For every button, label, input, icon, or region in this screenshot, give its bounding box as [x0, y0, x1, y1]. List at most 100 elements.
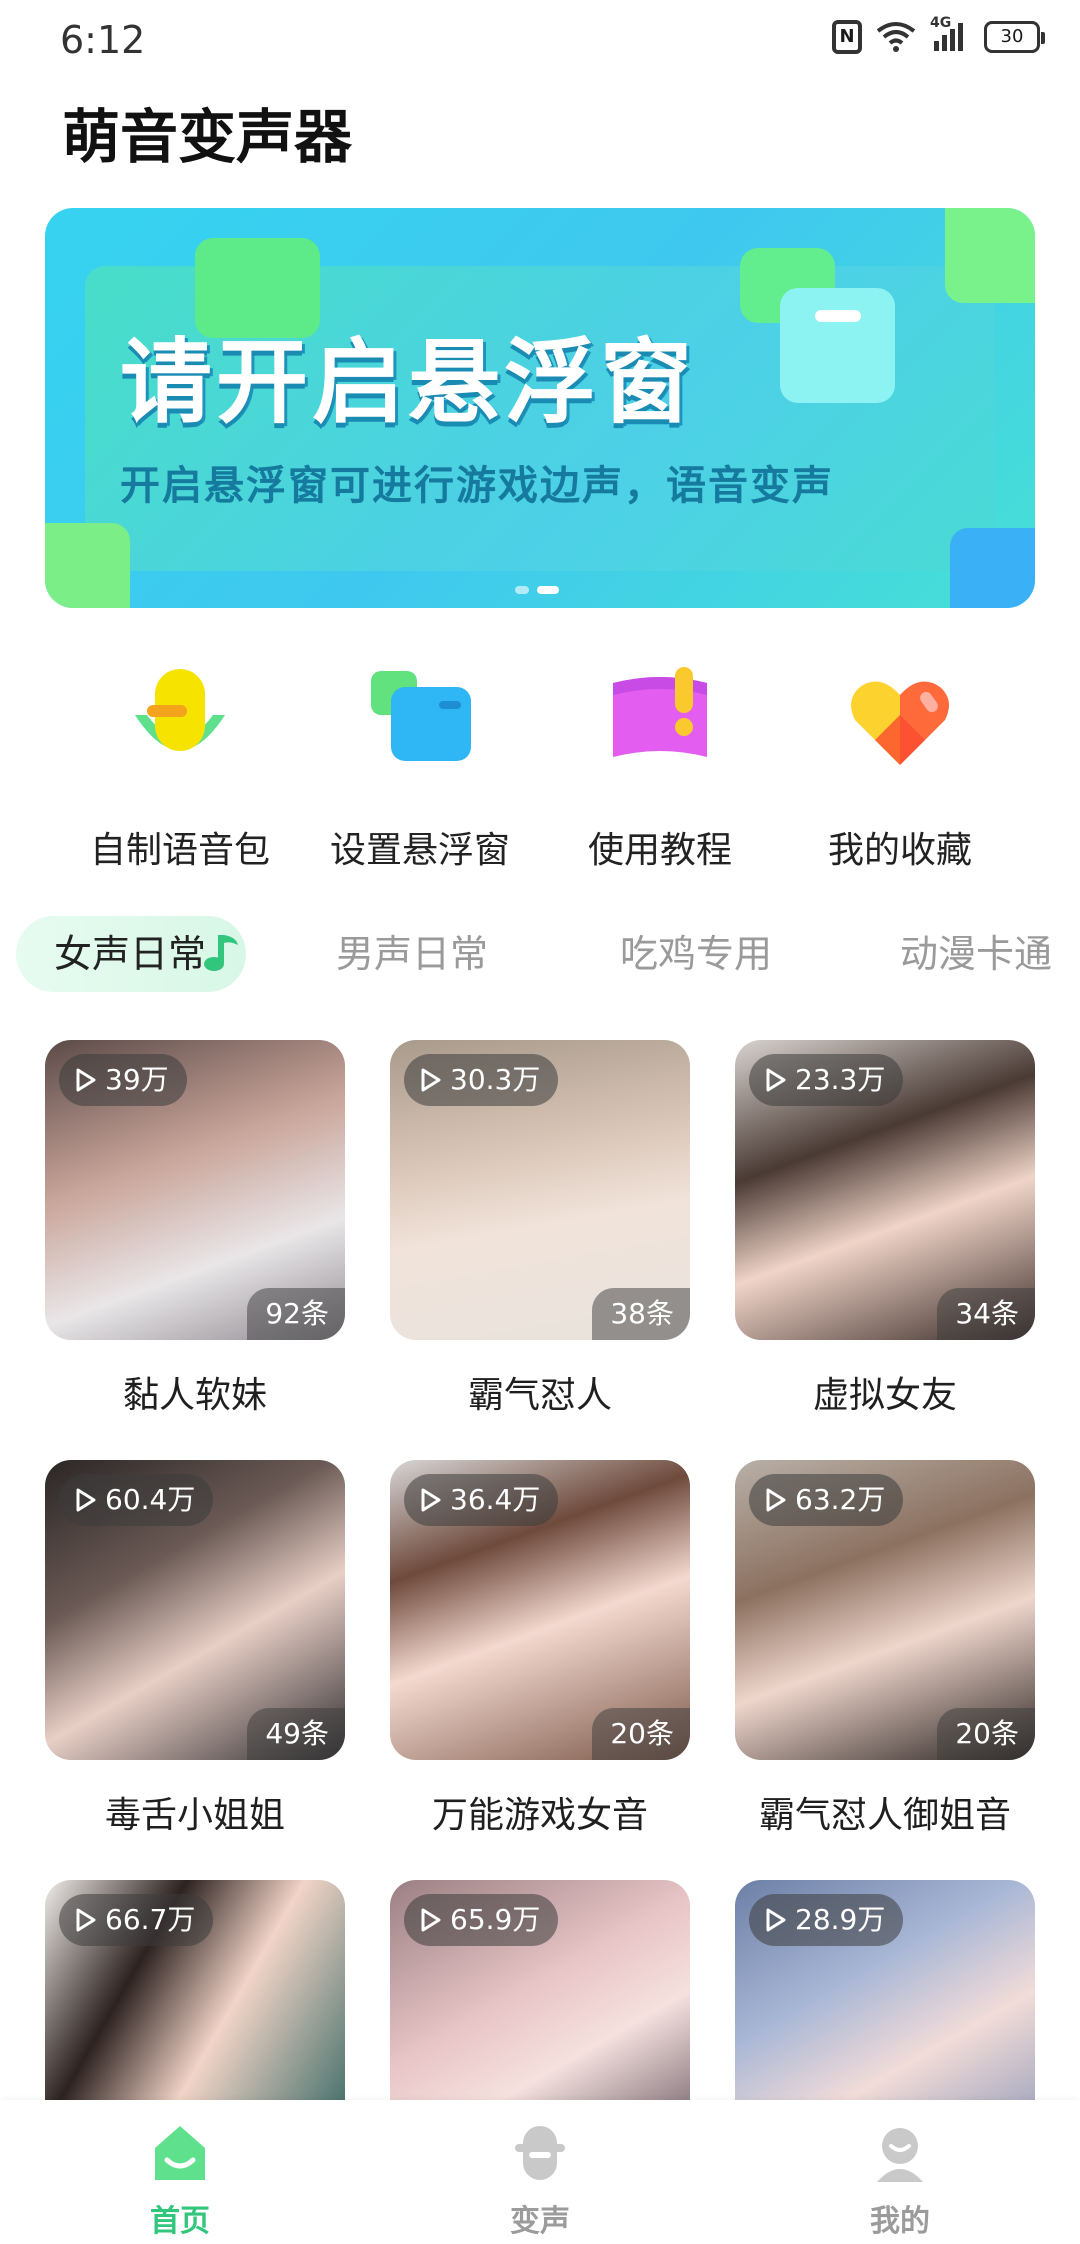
- play-count: 30.3万: [450, 1063, 541, 1096]
- play-count-badge: 60.4万: [59, 1474, 214, 1526]
- clip-count-badge: 34条: [937, 1288, 1035, 1340]
- banner-carousel[interactable]: 请开启悬浮窗 开启悬浮窗可进行游戏边声，语音变声: [45, 208, 1035, 608]
- play-icon: [421, 1068, 441, 1092]
- quick-action-floating-window[interactable]: 设置悬浮窗: [300, 665, 540, 873]
- play-count-badge: 30.3万: [404, 1054, 559, 1106]
- play-icon: [76, 1908, 96, 1932]
- play-count: 63.2万: [795, 1483, 886, 1516]
- nav-home[interactable]: 首页: [80, 2122, 280, 2240]
- play-count: 28.9万: [795, 1903, 886, 1936]
- profile-icon: [869, 2122, 931, 2184]
- play-count-badge: 28.9万: [749, 1894, 904, 1946]
- card-title: 黏人软妹: [122, 1375, 267, 1416]
- nav-label: 我的: [870, 2204, 930, 2239]
- play-count-badge: 63.2万: [749, 1474, 904, 1526]
- quick-action-label: 我的收藏: [827, 830, 972, 871]
- play-icon: [76, 1488, 96, 1512]
- quick-action-label: 自制语音包: [89, 830, 270, 871]
- status-icons: N 4G 30: [832, 15, 1045, 54]
- clip-count-badge: 20条: [592, 1708, 690, 1760]
- tab-label: 女声日常: [54, 932, 207, 976]
- quick-action-favorites[interactable]: 我的收藏: [780, 665, 1020, 873]
- nav-label: 首页: [150, 2204, 210, 2239]
- banner-decoration: [945, 208, 1035, 303]
- card-title: 万能游戏女音: [431, 1795, 648, 1836]
- heart-icon: [845, 665, 955, 775]
- card-title: 毒舌小姐姐: [104, 1795, 285, 1836]
- floating-window-icon: [365, 665, 475, 775]
- play-count: 36.4万: [450, 1483, 541, 1516]
- app-title: 萌音变声器: [62, 103, 353, 171]
- nav-label: 变声: [510, 2204, 570, 2239]
- play-count-badge: 66.7万: [59, 1894, 214, 1946]
- card-title: 霸气怼人: [467, 1375, 612, 1416]
- play-count-badge: 39万: [59, 1054, 187, 1106]
- play-icon: [766, 1068, 786, 1092]
- home-icon: [149, 2122, 211, 2184]
- nav-voice-change[interactable]: 变声: [440, 2122, 640, 2240]
- battery-level: 30: [1000, 26, 1024, 47]
- voice-pack-card[interactable]: 23.3万 34条 虚拟女友: [735, 1040, 1035, 1418]
- music-note-icon: [204, 924, 240, 971]
- play-count: 66.7万: [105, 1903, 196, 1936]
- quick-action-voice-pack[interactable]: 自制语音包: [60, 665, 300, 873]
- voice-pack-card[interactable]: 30.3万 38条 霸气怼人: [390, 1040, 690, 1418]
- card-thumbnail: 30.3万 38条: [390, 1040, 690, 1340]
- banner-subtitle: 开启悬浮窗可进行游戏边声，语音变声: [120, 463, 834, 509]
- banner-decoration: [950, 528, 1035, 608]
- card-thumbnail: 23.3万 34条: [735, 1040, 1035, 1340]
- play-icon: [766, 1488, 786, 1512]
- clip-count-badge: 49条: [247, 1708, 345, 1760]
- voice-pack-card[interactable]: 39万 92条 黏人软妹: [45, 1040, 345, 1418]
- card-thumbnail: 36.4万 20条: [390, 1460, 690, 1760]
- floating-window-illustration: [780, 288, 895, 403]
- play-count: 39万: [105, 1063, 169, 1096]
- card-thumbnail: 63.2万 20条: [735, 1460, 1035, 1760]
- microphone-icon: [125, 665, 235, 775]
- wifi-icon: [876, 21, 916, 53]
- tutorial-book-icon: [605, 665, 715, 775]
- category-tabs: 女声日常 男声日常 吃鸡专用 动漫卡通: [0, 916, 1080, 1000]
- play-icon: [421, 1488, 441, 1512]
- voice-pack-card[interactable]: 36.4万 20条 万能游戏女音: [390, 1460, 690, 1838]
- clip-count-badge: 20条: [937, 1708, 1035, 1760]
- card-thumbnail: 60.4万 49条: [45, 1460, 345, 1760]
- quick-action-tutorial[interactable]: 使用教程: [540, 665, 780, 873]
- voice-pack-card[interactable]: 63.2万 20条 霸气怼人御姐音: [735, 1460, 1035, 1838]
- play-count-badge: 65.9万: [404, 1894, 559, 1946]
- battery-icon: 30: [984, 21, 1045, 53]
- nav-profile[interactable]: 我的: [800, 2122, 1000, 2240]
- play-count-badge: 36.4万: [404, 1474, 559, 1526]
- clip-count-badge: 38条: [592, 1288, 690, 1340]
- nfc-icon: N: [832, 20, 862, 54]
- play-count: 23.3万: [795, 1063, 886, 1096]
- banner-headline: 请开启悬浮窗: [120, 329, 697, 436]
- signal-icon: 4G: [930, 15, 970, 53]
- card-thumbnail: 39万 92条: [45, 1040, 345, 1340]
- banner-dot-active[interactable]: [537, 586, 559, 594]
- play-icon: [421, 1908, 441, 1932]
- play-icon: [76, 1068, 96, 1092]
- card-title: 虚拟女友: [812, 1375, 957, 1416]
- play-count: 65.9万: [450, 1903, 541, 1936]
- play-count: 60.4万: [105, 1483, 196, 1516]
- tab-anime-cartoon[interactable]: 动漫卡通: [900, 916, 1052, 992]
- tab-female-daily[interactable]: 女声日常: [16, 916, 247, 992]
- tab-pubg[interactable]: 吃鸡专用: [620, 916, 772, 992]
- bottom-navigation: 首页 变声 我的: [0, 2100, 1080, 2244]
- status-time: 6:12: [60, 18, 146, 62]
- voice-pack-card[interactable]: 60.4万 49条 毒舌小姐姐: [45, 1460, 345, 1838]
- quick-action-label: 设置悬浮窗: [329, 830, 510, 871]
- tab-male-daily[interactable]: 男声日常: [336, 916, 488, 992]
- quick-actions: 自制语音包 设置悬浮窗 使用教程 我的收藏: [0, 665, 1080, 885]
- play-icon: [766, 1908, 786, 1932]
- banner-pagination: [515, 586, 559, 594]
- banner-decoration: [45, 523, 130, 608]
- card-title: 霸气怼人御姐音: [758, 1795, 1011, 1836]
- play-count-badge: 23.3万: [749, 1054, 904, 1106]
- banner-dot[interactable]: [515, 586, 529, 594]
- status-bar: 6:12 N 4G 30: [0, 0, 1080, 80]
- voice-change-icon: [509, 2122, 571, 2184]
- quick-action-label: 使用教程: [587, 830, 732, 871]
- network-type: 4G: [930, 15, 952, 31]
